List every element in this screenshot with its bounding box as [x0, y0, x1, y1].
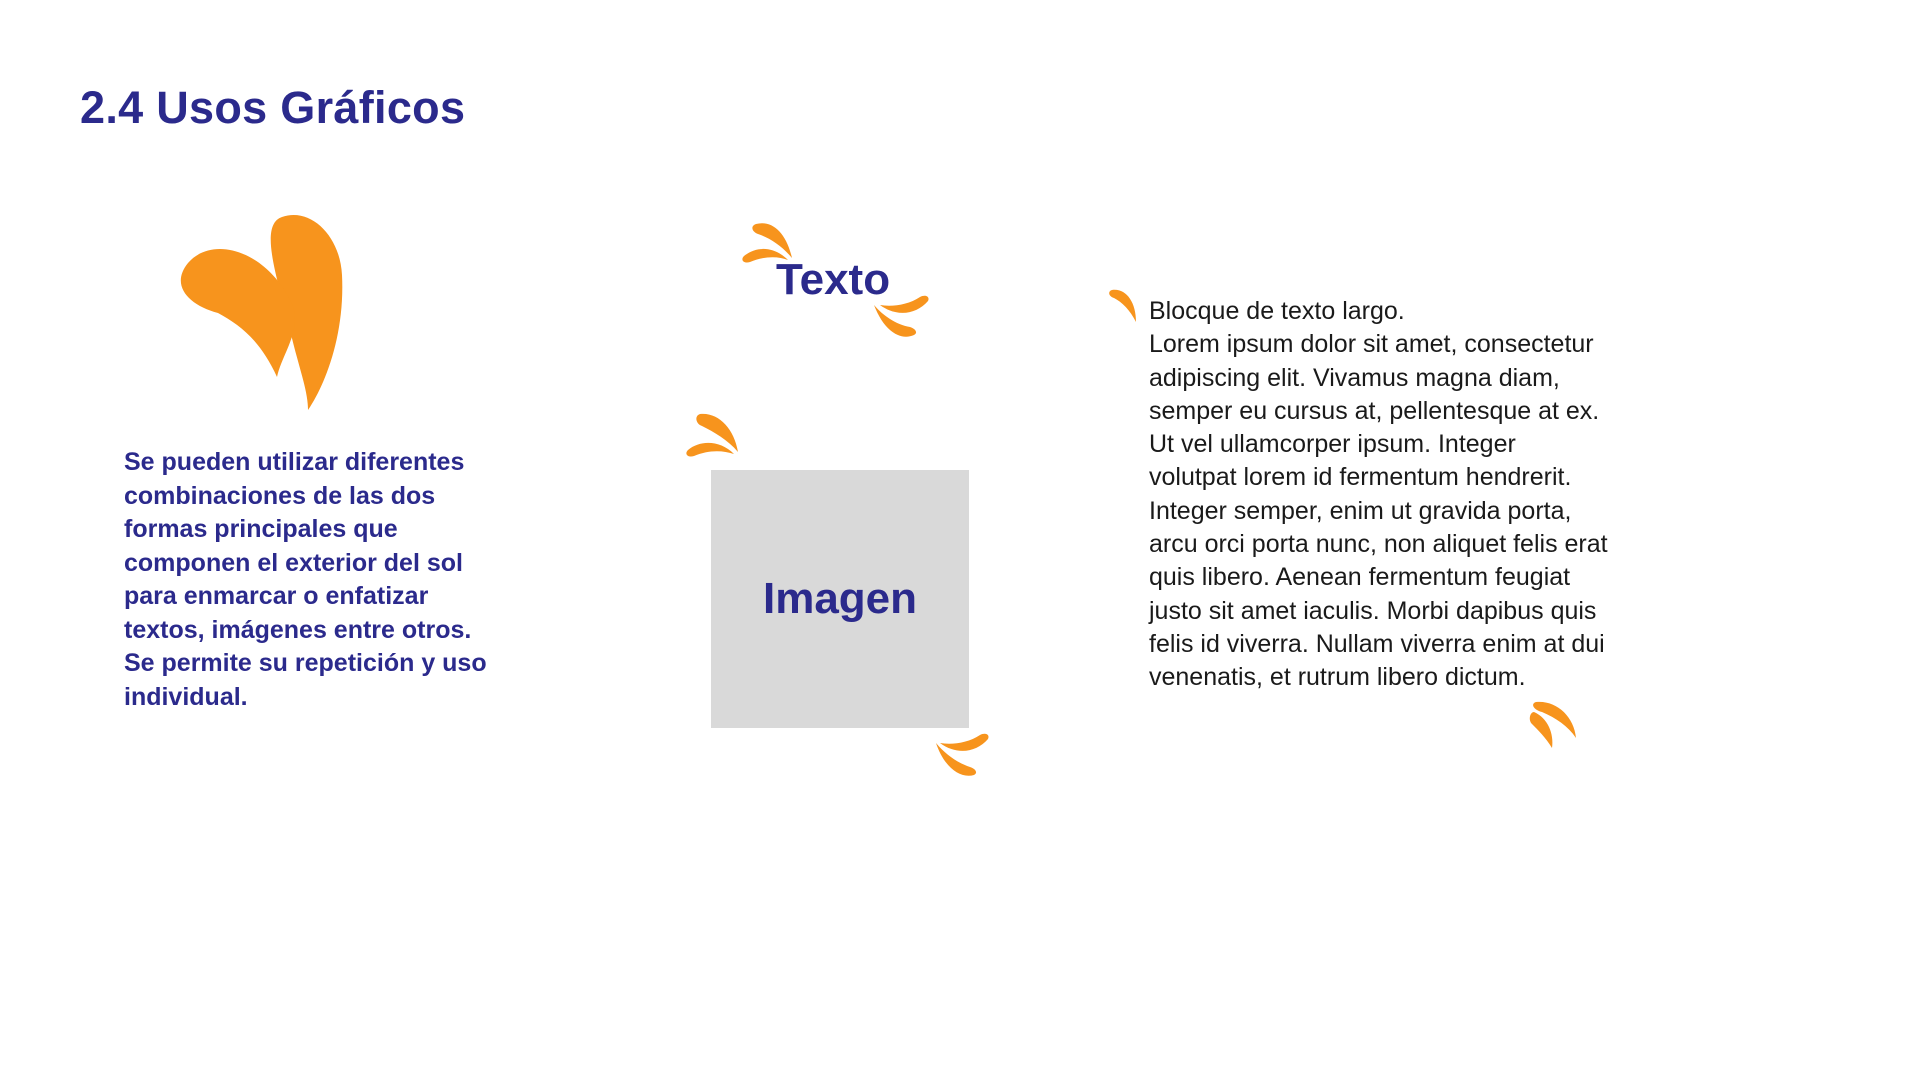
- image-placeholder-label: Imagen: [762, 574, 918, 623]
- sun-petal-bottom-right-texto: [874, 295, 929, 337]
- sun-petal-top-left-longtext: [1109, 289, 1136, 322]
- sun-petal-bottom-right-image: [936, 733, 989, 776]
- long-text-body: Lorem ipsum dolor sit amet, consectetur …: [1149, 330, 1608, 692]
- long-text-heading: Blocque de texto largo.: [1149, 297, 1405, 325]
- sun-petal-top-left-image: [686, 413, 738, 457]
- sun-petal-shapes-large: [180, 214, 343, 410]
- page-title: 2.4 Usos Gráficos: [80, 82, 466, 133]
- sun-petal-bottom-right-longtext: [1529, 701, 1576, 748]
- long-text-block: Blocque de texto largo. Lorem ipsum dolo…: [1149, 295, 1609, 695]
- usage-description: Se pueden utilizar diferentes combinacio…: [124, 448, 487, 711]
- image-placeholder: Imagen: [711, 470, 969, 728]
